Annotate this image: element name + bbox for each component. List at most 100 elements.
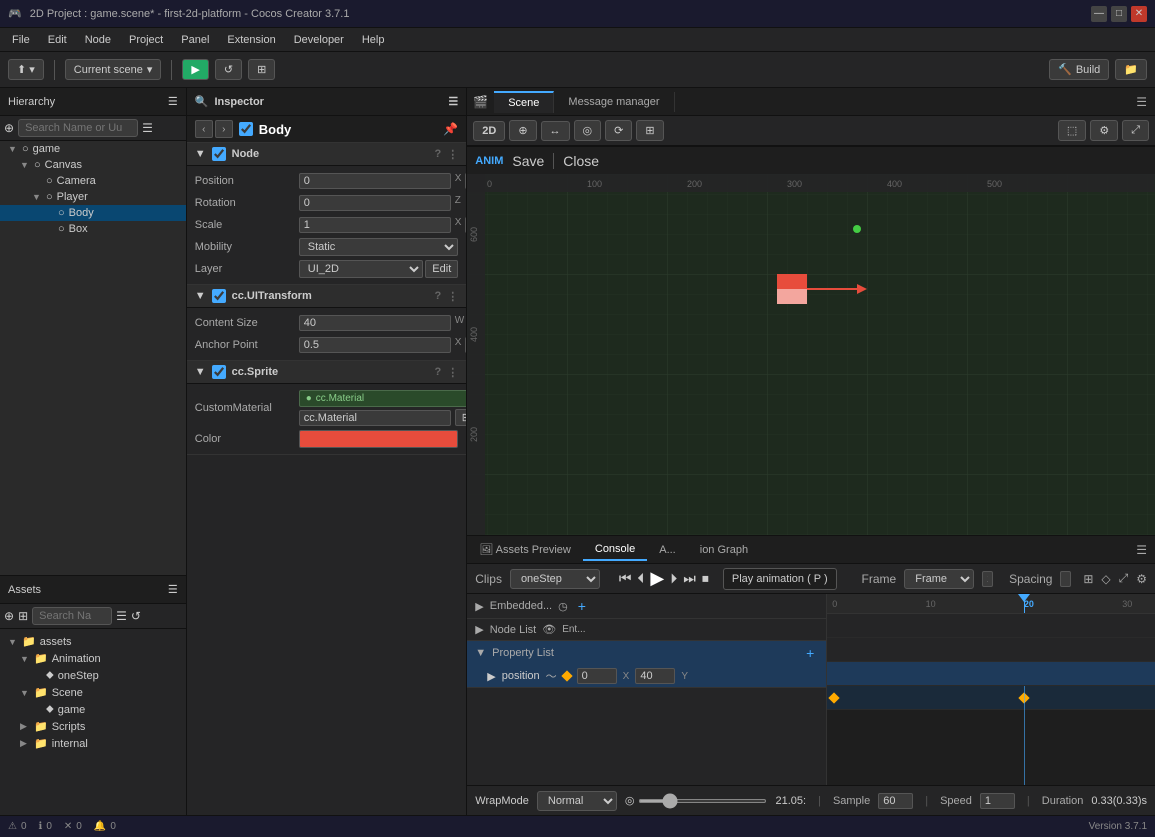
play-anim-button[interactable]: ▶ xyxy=(648,566,666,591)
menu-file[interactable]: File xyxy=(4,32,38,48)
nav-back[interactable]: ‹ xyxy=(195,120,213,138)
material-pick-button[interactable]: ⊞ xyxy=(455,409,467,426)
tree-item-camera[interactable]: ○ Camera xyxy=(0,173,186,189)
anchor-x-input[interactable] xyxy=(299,337,451,353)
stop-button[interactable]: ⏹ xyxy=(700,568,711,589)
tab-scene[interactable]: Scene xyxy=(494,91,554,113)
menu-extension[interactable]: Extension xyxy=(219,32,283,48)
nav-forward[interactable]: › xyxy=(215,120,233,138)
snap-button[interactable]: ⊞ xyxy=(636,120,663,141)
speed-input[interactable] xyxy=(980,793,1015,809)
add-embedded-button[interactable]: + xyxy=(574,598,590,614)
scene-settings-button[interactable]: ⚙ xyxy=(1090,120,1118,141)
scene-selector[interactable]: Current scene ▾ xyxy=(65,59,162,80)
anchor-y-input[interactable] xyxy=(465,337,466,353)
menu-panel[interactable]: Panel xyxy=(173,32,217,48)
assets-item-onestep[interactable]: ⬥ oneStep xyxy=(0,667,186,684)
prop-curve-icon[interactable]: 〜 xyxy=(546,668,557,684)
keyframe-0[interactable] xyxy=(829,692,840,703)
assets-list-icon[interactable]: ⊞ xyxy=(18,609,28,623)
assets-menu-icon[interactable]: ☰ xyxy=(168,583,178,596)
body-enabled-checkbox[interactable] xyxy=(239,122,253,136)
wrapmode-select[interactable]: Normal xyxy=(537,791,617,811)
content-size-w-input[interactable] xyxy=(299,315,451,331)
cursor-tool[interactable]: ⬆ ▾ xyxy=(8,59,44,80)
scale-x-input[interactable] xyxy=(299,217,451,233)
camera-reset-button[interactable]: ⬚ xyxy=(1058,120,1086,141)
timeline-expand-icon[interactable]: ⤢ xyxy=(1119,571,1129,586)
material-input[interactable] xyxy=(299,410,451,426)
assets-search[interactable] xyxy=(32,607,112,625)
pivot-button[interactable]: ◎ xyxy=(574,120,602,141)
scene-view[interactable]: 0 100 200 300 400 500 600 400 200 0 xyxy=(467,174,1155,535)
inspector-lock-icon[interactable]: 📌 xyxy=(443,122,458,136)
assets-refresh-icon[interactable]: ↺ xyxy=(131,609,141,623)
frame-mode-select[interactable]: Frame xyxy=(904,569,974,589)
assets-item-scripts[interactable]: ▶ 📁 Scripts xyxy=(0,718,186,735)
local-button[interactable]: ⟳ xyxy=(605,120,632,141)
last-frame-button[interactable]: ⏭ xyxy=(681,568,698,589)
uitransform-enabled-checkbox[interactable] xyxy=(212,289,226,303)
menu-project[interactable]: Project xyxy=(121,32,171,48)
node-list-header[interactable]: ▶ Node List 👁 Ent... xyxy=(467,619,826,640)
spacing-input[interactable] xyxy=(1060,571,1071,587)
build-button[interactable]: 🔨 Build xyxy=(1049,59,1109,80)
close-button[interactable]: ✕ xyxy=(1131,6,1147,22)
gizmo-button[interactable]: ⊕ xyxy=(509,120,536,141)
assets-add-icon[interactable]: ⊕ xyxy=(4,609,14,623)
uitransform-more-icon[interactable]: ⋮ xyxy=(447,290,458,303)
property-list-header[interactable]: ▼ Property List + xyxy=(467,641,826,665)
uitransform-help-icon[interactable]: ? xyxy=(435,290,442,302)
sprite-more-icon[interactable]: ⋮ xyxy=(447,366,458,379)
assets-item-game[interactable]: ⬥ game xyxy=(0,701,186,718)
keyframe-del-icon[interactable]: ◇ xyxy=(1101,572,1110,586)
menu-developer[interactable]: Developer xyxy=(286,32,352,48)
tab-message-manager[interactable]: Message manager xyxy=(554,92,674,112)
tree-item-player[interactable]: ▼ ○ Player xyxy=(0,189,186,205)
sprite-help-icon[interactable]: ? xyxy=(435,366,442,378)
next-frame-button[interactable]: ⏵ xyxy=(668,568,679,589)
layout-button[interactable]: ⊞ xyxy=(248,59,275,80)
play-button[interactable]: ▶ xyxy=(182,59,208,80)
menu-node[interactable]: Node xyxy=(77,32,119,48)
embedded-header[interactable]: ▶ Embedded... ◷ + xyxy=(467,594,826,618)
tree-item-box[interactable]: ○ Box xyxy=(0,221,186,237)
keyframe-diamond[interactable] xyxy=(561,670,572,681)
tree-item-body[interactable]: ○ Body xyxy=(0,205,186,221)
folder-button[interactable]: 📁 xyxy=(1115,59,1147,80)
sprite-header[interactable]: ▼ cc.Sprite ? ⋮ xyxy=(187,361,467,384)
node-section-header[interactable]: ▼ Node ? ⋮ xyxy=(187,143,467,166)
tree-item-game[interactable]: ▼ ○ game xyxy=(0,141,186,157)
scene-expand-button[interactable]: ⤢ xyxy=(1122,120,1149,141)
first-frame-button[interactable]: ⏮ xyxy=(617,568,634,589)
node-help-icon[interactable]: ? xyxy=(435,148,442,160)
add-property-button[interactable]: + xyxy=(802,645,818,661)
menu-edit[interactable]: Edit xyxy=(40,32,75,48)
maximize-button[interactable]: □ xyxy=(1111,6,1127,22)
tab-assets-preview[interactable]: 🖼 Assets Preview xyxy=(467,539,583,560)
assets-item-animation[interactable]: ▼ 📁 Animation xyxy=(0,650,186,667)
anim-panel-menu[interactable]: ☰ xyxy=(1128,543,1155,557)
time-slider[interactable] xyxy=(638,799,767,803)
tab-console[interactable]: Console xyxy=(583,539,647,561)
scale-y-input[interactable] xyxy=(465,217,466,233)
position-x-input[interactable]: 0 xyxy=(299,173,451,189)
minimize-button[interactable]: — xyxy=(1091,6,1107,22)
timeline-settings-icon[interactable]: ⚙ xyxy=(1136,572,1147,586)
prop-y-input[interactable] xyxy=(635,668,675,684)
mobility-select[interactable]: Static xyxy=(299,238,459,256)
uitransform-header[interactable]: ▼ cc.UITransform ? ⋮ xyxy=(187,285,467,308)
clips-select[interactable]: oneStep xyxy=(510,569,600,589)
transform-button[interactable]: ↔ xyxy=(541,121,570,141)
2d-mode-button[interactable]: 2D xyxy=(473,121,505,141)
hierarchy-add-icon[interactable]: ⊕ xyxy=(4,121,14,135)
tab-animator[interactable]: A... xyxy=(647,540,688,560)
prop-x-input[interactable] xyxy=(577,668,617,684)
prev-frame-button[interactable]: ⏴ xyxy=(635,568,646,589)
tab-ion-graph[interactable]: ion Graph xyxy=(688,540,760,560)
tree-item-canvas[interactable]: ▼ ○ Canvas xyxy=(0,157,186,173)
rotation-z-input[interactable]: 0 xyxy=(299,195,451,211)
color-swatch[interactable] xyxy=(299,430,459,448)
anim-close-button[interactable]: Close xyxy=(560,153,602,169)
keyframe-add-icon[interactable]: ⊞ xyxy=(1083,572,1093,586)
